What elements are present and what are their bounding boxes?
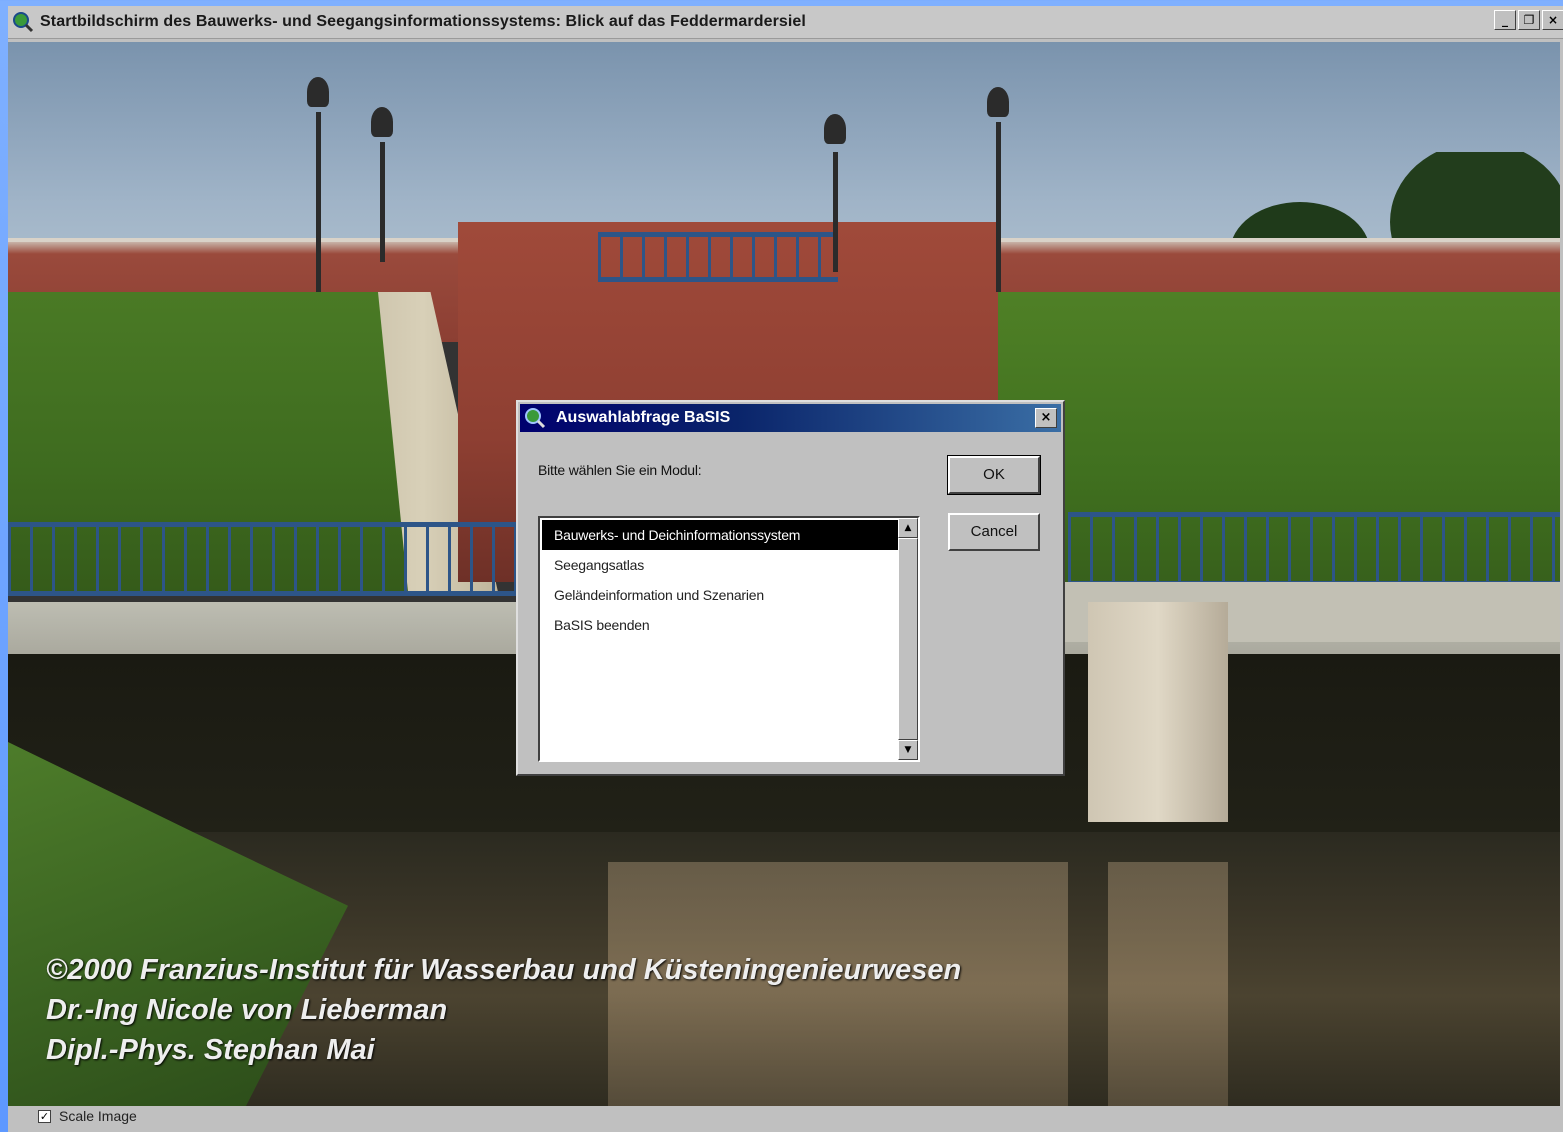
scale-image-checkbox[interactable]: ✓: [38, 1109, 51, 1123]
credit-line-institute: ©2000 Franzius-Institut für Wasserbau un…: [46, 954, 962, 986]
dialog-title: Auswahlabfrage BaSIS: [556, 409, 731, 426]
credit-line-author-2: Dipl.-Phys. Stephan Mai: [46, 1034, 375, 1066]
photo-railing-right: [1068, 512, 1560, 586]
module-list-item[interactable]: Seegangsatlas: [542, 550, 898, 580]
photo-lamp-head: [824, 114, 846, 144]
dialog-close-button[interactable]: ×: [1035, 408, 1057, 428]
module-selection-dialog: Auswahlabfrage BaSIS × Bitte wählen Sie …: [516, 400, 1065, 776]
credit-line-author-1: Dr.-Ing Nicole von Lieberman: [46, 994, 448, 1026]
window-controls: _ ❐ ×: [1494, 10, 1563, 30]
minimize-button[interactable]: _: [1494, 10, 1516, 30]
photo-lamp-head: [371, 107, 393, 137]
magnifier-globe-icon: [524, 407, 546, 429]
photo-railing-left: [8, 522, 528, 596]
photo-lamp-post: [380, 142, 385, 262]
scale-image-label: Scale Image: [59, 1108, 137, 1124]
copyright-credits: ©2000 Franzius-Institut für Wasserbau un…: [46, 950, 961, 1070]
listbox-scrollbar[interactable]: ▲ ▼: [898, 518, 918, 760]
photo-lamp-post: [996, 122, 1001, 292]
module-list-item[interactable]: BaSIS beenden: [542, 610, 898, 640]
dialog-titlebar[interactable]: Auswahlabfrage BaSIS ×: [520, 404, 1061, 432]
scroll-down-button[interactable]: ▼: [898, 740, 918, 760]
photo-lamp-post: [316, 112, 321, 292]
photo-water-reflection-2: [1108, 862, 1228, 1106]
close-icon: ×: [1040, 410, 1052, 425]
photo-railing-top: [598, 232, 838, 282]
dialog-prompt: Bitte wählen Sie ein Modul:: [538, 462, 702, 478]
scroll-thumb[interactable]: [898, 538, 918, 740]
photo-lamp-head: [307, 77, 329, 107]
photo-pillar: [1088, 602, 1228, 822]
main-titlebar[interactable]: Startbildschirm des Bauwerks- und Seegan…: [8, 6, 1563, 39]
module-list-item[interactable]: Geländeinformation und Szenarien: [542, 580, 898, 610]
ok-button[interactable]: OK: [947, 455, 1041, 495]
window-title: Startbildschirm des Bauwerks- und Seegan…: [40, 13, 806, 30]
restore-button[interactable]: ❐: [1518, 10, 1540, 30]
module-list-item[interactable]: Bauwerks- und Deichinformationssystem: [542, 520, 898, 550]
cancel-button[interactable]: Cancel: [948, 513, 1040, 551]
status-bar: ✓ Scale Image: [8, 1106, 1563, 1126]
module-list: Bauwerks- und Deichinformationssystem See…: [542, 520, 898, 640]
module-listbox[interactable]: Bauwerks- und Deichinformationssystem See…: [538, 516, 920, 762]
photo-lamp-post: [833, 152, 838, 272]
photo-lamp-head: [987, 87, 1009, 117]
magnifier-globe-icon: [12, 11, 34, 33]
scroll-up-button[interactable]: ▲: [898, 518, 918, 538]
close-button[interactable]: ×: [1542, 10, 1563, 30]
